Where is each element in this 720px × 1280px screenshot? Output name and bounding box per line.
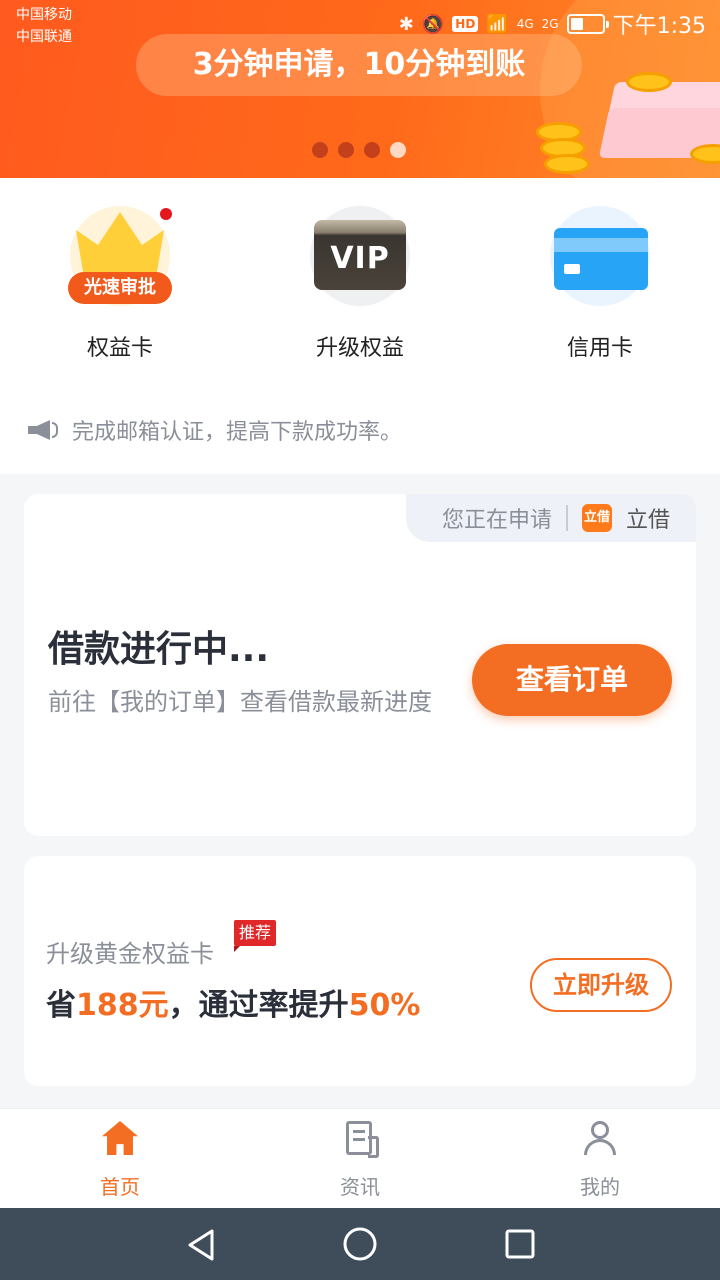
banner-slogan: 3分钟申请，10分钟到账 [136,34,582,96]
carrier-2: 中国联通 [16,29,72,45]
applying-label: 您正在申请 [441,508,552,533]
mute-icon: 🔕 [421,13,445,35]
loan-status-card: 您正在申请 立借 立借 借款进行中... 前往【我的订单】查看借款最新进度 查看… [24,494,696,836]
save-prefix: 省 [46,988,76,1023]
promo-banner[interactable]: 中国移动 中国联通 ✱ 🔕 HD 📶 4G 2G 下午1:35 3分钟申请，10… [0,0,720,178]
tab-home[interactable]: 首页 [40,1119,200,1200]
fast-approval-badge: 光速审批 [68,272,172,304]
system-nav-bar [0,1208,720,1280]
banner-pagination [312,142,406,158]
quick-item-label: 信用卡 [566,336,633,361]
quick-item-benefit-card[interactable]: 光速审批 权益卡 [40,206,200,362]
tab-news[interactable]: 资讯 [280,1119,440,1200]
app-logo-icon: 立借 [581,504,612,532]
pagination-dot[interactable] [338,142,354,158]
quick-item-label: 升级权益 [315,336,404,361]
save-amount: 188元 [76,988,169,1023]
loan-title: 借款进行中... [48,629,270,670]
tab-mine[interactable]: 我的 [520,1119,680,1200]
back-icon[interactable] [186,1228,214,1261]
vip-label: VIP [314,220,406,290]
user-icon [580,1119,620,1159]
network-4g: 4G [516,17,534,31]
vip-card-icon: VIP [310,206,410,306]
status-time: 下午1:35 [612,14,706,39]
tab-label: 我的 [580,1175,620,1199]
bottom-tab-bar: 首页 资讯 我的 [0,1108,720,1208]
home-circle-icon[interactable] [342,1226,378,1262]
tab-label: 资讯 [340,1175,380,1199]
bluetooth-icon: ✱ [398,13,414,35]
quick-menu: 光速审批 权益卡 VIP 升级权益 信用卡 完成邮箱认证，提高下款成功率。 [0,178,720,474]
wifi-icon: 📶 [486,13,509,35]
money-illustration [536,72,720,178]
quick-item-credit-card[interactable]: 信用卡 [520,206,680,362]
applying-tag: 您正在申请 立借 立借 [406,494,696,542]
carrier-info: 中国移动 中国联通 [16,4,72,48]
battery-icon [566,14,609,34]
upgrade-now-button[interactable]: 立即升级 [530,958,672,1012]
notification-dot [160,208,172,220]
recommend-badge: 推荐 [234,920,276,952]
pagination-dot[interactable] [364,142,380,158]
pass-rate-text: ，通过率提升 [168,988,349,1023]
loan-description: 前往【我的订单】查看借款最新进度 [48,688,432,716]
home-icon [100,1119,140,1159]
upgrade-card: 升级黄金权益卡 推荐 省188元，通过率提升50% 立即升级 [24,856,696,1086]
recent-apps-icon[interactable] [504,1228,536,1260]
network-2g: 2G [541,17,559,31]
hd-badge: HD [452,16,479,32]
speaker-icon [28,416,60,444]
view-order-button[interactable]: 查看订单 [472,644,672,716]
carrier-1: 中国移动 [16,7,72,23]
divider [565,505,568,531]
notice-bar[interactable]: 完成邮箱认证，提高下款成功率。 [28,414,402,446]
tab-label: 首页 [100,1175,140,1199]
upgrade-benefit-line: 省188元，通过率提升50% [46,980,420,1024]
notice-text: 完成邮箱认证，提高下款成功率。 [72,420,403,445]
app-name: 立借 [625,508,670,533]
news-icon [340,1119,380,1159]
crown-icon: 光速审批 [68,206,172,306]
upgrade-title: 升级黄金权益卡 [46,940,214,968]
pagination-dot[interactable] [312,142,328,158]
quick-item-upgrade[interactable]: VIP 升级权益 [280,206,440,362]
credit-card-icon [550,206,650,306]
pass-rate-value: 50% [348,988,421,1023]
quick-item-label: 权益卡 [86,336,153,361]
pagination-dot-active[interactable] [390,142,406,158]
